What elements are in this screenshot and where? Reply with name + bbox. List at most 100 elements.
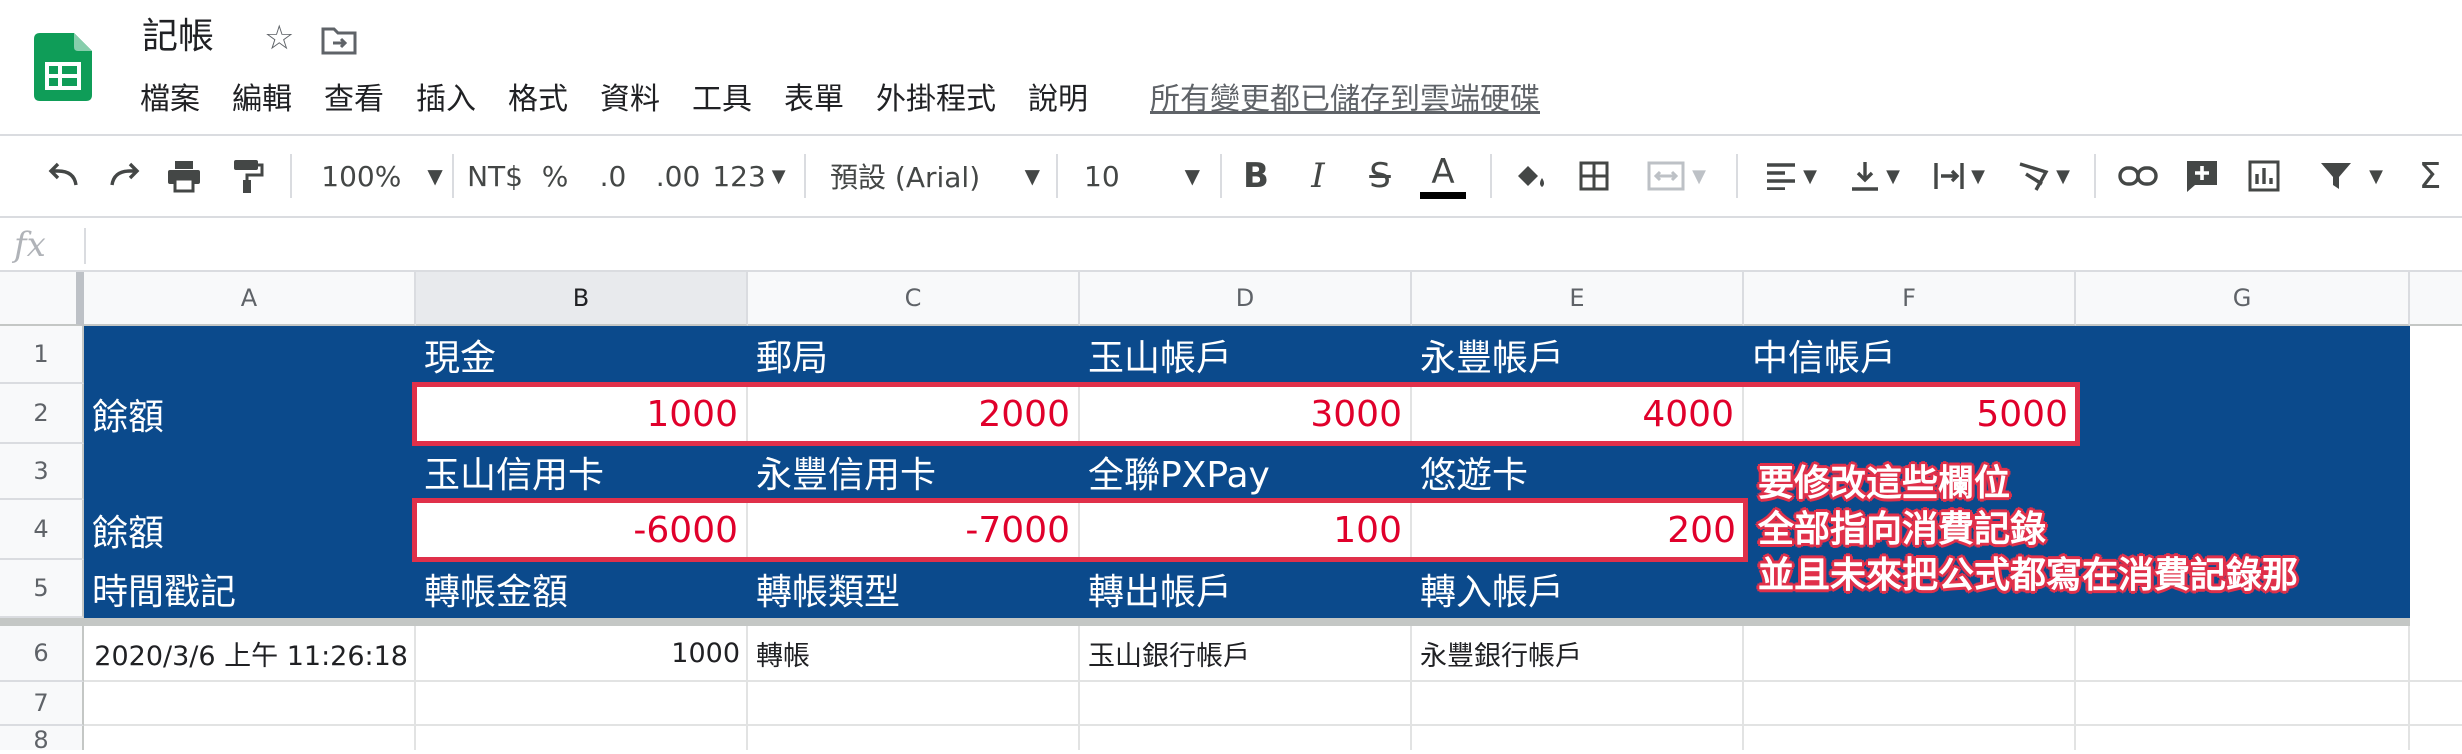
- text-color-label: A: [1431, 151, 1455, 192]
- row-header-7[interactable]: 7: [0, 682, 84, 726]
- cell-b5[interactable]: 轉帳金額: [416, 560, 748, 618]
- zoom-select[interactable]: 100% ▼: [312, 136, 452, 216]
- cell-c3[interactable]: 永豐信用卡: [748, 444, 1080, 500]
- redo-icon[interactable]: [102, 136, 146, 216]
- cell-c1[interactable]: 郵局: [748, 326, 1080, 384]
- cell-e6[interactable]: 永豐銀行帳戶: [1412, 626, 1744, 680]
- font-size-select[interactable]: 10 ▼: [1084, 136, 1200, 216]
- row-header-4[interactable]: 4: [0, 500, 84, 560]
- fill-color-icon[interactable]: [1508, 136, 1552, 216]
- cell-b1[interactable]: 現金: [416, 326, 748, 384]
- undo-icon[interactable]: [42, 136, 86, 216]
- star-icon[interactable]: ☆: [264, 18, 294, 58]
- column-header-e[interactable]: E: [1412, 272, 1744, 326]
- highlight-box-row2: [412, 382, 2080, 446]
- increase-decimal-button[interactable]: .00: [650, 136, 706, 216]
- menu-file[interactable]: 檔案: [140, 78, 200, 122]
- menu-addons[interactable]: 外掛程式: [876, 78, 996, 122]
- currency-format-button[interactable]: NT$: [462, 136, 528, 216]
- horizontal-align-icon[interactable]: ▼: [1756, 136, 1826, 216]
- number-format-label: 123: [712, 159, 766, 193]
- row-header-5[interactable]: 5: [0, 560, 84, 618]
- column-header-h[interactable]: [2410, 272, 2462, 326]
- strikethrough-button[interactable]: S: [1358, 136, 1402, 216]
- grid-line: [2074, 626, 2076, 750]
- insert-comment-icon[interactable]: [2180, 136, 2224, 216]
- toolbar-separator: [804, 154, 806, 198]
- row-header-2[interactable]: 2: [0, 384, 84, 444]
- document-title[interactable]: 記帳: [142, 14, 214, 60]
- column-header-c[interactable]: C: [748, 272, 1080, 326]
- text-wrapping-icon[interactable]: ▼: [1924, 136, 1994, 216]
- row-header-6[interactable]: 6: [0, 626, 84, 682]
- menu-tools[interactable]: 工具: [692, 78, 752, 122]
- cell-e5[interactable]: 轉入帳戶: [1412, 560, 1744, 618]
- cell-d6[interactable]: 玉山銀行帳戶: [1080, 626, 1412, 680]
- move-to-folder-icon[interactable]: [320, 24, 358, 60]
- percent-format-button[interactable]: %: [538, 136, 572, 216]
- cell-f1[interactable]: 中信帳戶: [1744, 326, 2076, 384]
- font-family-select[interactable]: 預設 (Arial) ▼: [830, 136, 1040, 216]
- cell-c6[interactable]: 轉帳: [748, 626, 1080, 680]
- grid-line: [2408, 626, 2410, 750]
- menu-help[interactable]: 說明: [1028, 78, 1088, 122]
- menu-forms[interactable]: 表單: [784, 78, 844, 122]
- freeze-divider-handle[interactable]: [0, 618, 84, 626]
- insert-chart-icon[interactable]: [2242, 136, 2286, 216]
- font-family-value: 預設 (Arial): [830, 161, 981, 194]
- fx-icon: fx: [14, 225, 46, 265]
- functions-button[interactable]: Σ: [2408, 136, 2452, 216]
- frozen-rows-divider[interactable]: [84, 618, 2410, 626]
- cell-a5[interactable]: 時間戳記: [84, 560, 416, 618]
- menu-insert[interactable]: 插入: [416, 78, 476, 122]
- save-status-link[interactable]: 所有變更都已儲存到雲端硬碟: [1150, 78, 1540, 122]
- text-color-button[interactable]: A: [1418, 136, 1468, 216]
- text-rotation-icon[interactable]: ▼: [2008, 136, 2078, 216]
- cell-c5[interactable]: 轉帳類型: [748, 560, 1080, 618]
- cell-e1[interactable]: 永豐帳戶: [1412, 326, 1744, 384]
- number-format-select[interactable]: 123 ▼: [712, 136, 786, 216]
- chevron-down-icon: ▼: [1692, 165, 1706, 187]
- cell-a2[interactable]: 餘額: [84, 384, 416, 444]
- menu-edit[interactable]: 編輯: [232, 78, 292, 122]
- column-header-f[interactable]: F: [1744, 272, 2076, 326]
- cell-a6[interactable]: 2020/3/6 上午 11:26:18: [84, 626, 416, 680]
- toolbar-separator: [290, 154, 292, 198]
- cell-a4[interactable]: 餘額: [84, 500, 416, 560]
- insert-link-icon[interactable]: [2114, 136, 2162, 216]
- cell-b3[interactable]: 玉山信用卡: [416, 444, 748, 500]
- row-header-3[interactable]: 3: [0, 444, 84, 500]
- increase-decimal-label: .00: [655, 159, 701, 193]
- column-header-g[interactable]: G: [2076, 272, 2410, 326]
- formula-input[interactable]: [96, 222, 2446, 266]
- filter-icon[interactable]: ▼: [2306, 136, 2396, 216]
- cell-b6[interactable]: 1000: [416, 626, 748, 680]
- bold-button[interactable]: B: [1234, 136, 1278, 216]
- row-header-1[interactable]: 1: [0, 326, 84, 384]
- paint-format-icon[interactable]: [226, 136, 270, 216]
- select-all-corner[interactable]: [0, 272, 84, 326]
- merge-cells-icon[interactable]: ▼: [1636, 136, 1716, 216]
- menu-format[interactable]: 格式: [508, 78, 568, 122]
- chevron-down-icon: ▼: [1971, 165, 1985, 187]
- menu-view[interactable]: 查看: [324, 78, 384, 122]
- decrease-decimal-button[interactable]: .0: [590, 136, 636, 216]
- italic-button[interactable]: I: [1296, 136, 1340, 216]
- column-header-a[interactable]: A: [84, 272, 416, 326]
- toolbar-separator: [2094, 154, 2096, 198]
- cell-d1[interactable]: 玉山帳戶: [1080, 326, 1412, 384]
- vertical-align-icon[interactable]: ▼: [1840, 136, 1910, 216]
- chevron-down-icon: ▼: [1886, 165, 1900, 187]
- cell-d5[interactable]: 轉出帳戶: [1080, 560, 1412, 618]
- row-header-8[interactable]: 8: [0, 726, 84, 754]
- print-icon[interactable]: [162, 136, 206, 216]
- toolbar-separator: [1056, 154, 1058, 198]
- sheets-logo-icon[interactable]: [34, 33, 92, 101]
- column-header-b[interactable]: B: [416, 272, 748, 326]
- text-color-swatch: [1420, 191, 1466, 199]
- menu-data[interactable]: 資料: [600, 78, 660, 122]
- column-header-d[interactable]: D: [1080, 272, 1412, 326]
- borders-icon[interactable]: [1572, 136, 1616, 216]
- cell-d3[interactable]: 全聯PXPay: [1080, 444, 1412, 500]
- cell-e3[interactable]: 悠遊卡: [1412, 444, 1744, 500]
